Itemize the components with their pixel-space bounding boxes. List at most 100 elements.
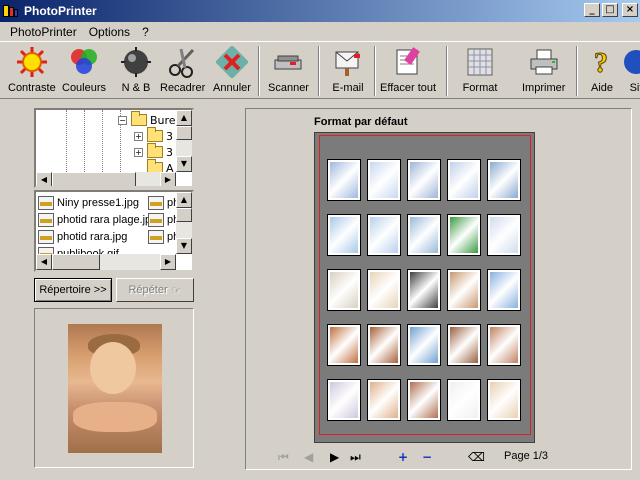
scroll-up-icon[interactable]: ▲ — [176, 110, 192, 126]
photo-thumbnail[interactable] — [447, 159, 481, 201]
photo-thumbnail[interactable] — [407, 214, 441, 256]
photo-thumbnail[interactable] — [447, 379, 481, 421]
photo-thumbnail[interactable] — [327, 159, 361, 201]
scanner-label: Scanner — [268, 82, 309, 94]
nb-button[interactable]: N & B — [118, 44, 154, 98]
photo-thumbnail[interactable] — [367, 159, 401, 201]
photo-thumbnail[interactable] — [367, 269, 401, 311]
black-white-ball-icon — [118, 44, 154, 80]
help-question-icon: ? — [584, 44, 620, 80]
tree-vertical-scrollbar[interactable]: ▲ ▼ — [176, 110, 192, 172]
email-mailbox-icon — [330, 44, 366, 80]
tree-item-3a[interactable]: + 3 — [134, 127, 173, 144]
email-button[interactable]: E-mail — [330, 44, 366, 98]
photo-thumbnail[interactable] — [407, 379, 441, 421]
annuler-label: Annuler — [213, 82, 251, 94]
scroll-left-icon[interactable]: ◀ — [36, 254, 52, 270]
photo-thumbnail[interactable] — [487, 214, 521, 256]
file-item[interactable]: Niny presse1.jpg — [38, 194, 139, 211]
photo-thumbnail[interactable] — [447, 324, 481, 366]
previous-page-icon[interactable]: ◀ — [304, 449, 313, 465]
photo-thumbnail[interactable] — [367, 214, 401, 256]
expand-icon[interactable]: + — [134, 131, 143, 141]
app-icon[interactable] — [3, 3, 19, 19]
menu-help[interactable]: ? — [136, 25, 155, 39]
expand-icon[interactable]: + — [134, 147, 143, 157]
jpg-file-icon — [148, 195, 164, 210]
photo-thumbnail[interactable] — [487, 159, 521, 201]
menu-options[interactable]: Options — [83, 25, 136, 39]
scroll-down-icon[interactable]: ▼ — [176, 238, 192, 254]
scroll-right-icon[interactable]: ▶ — [160, 172, 176, 186]
photo-thumbnail[interactable] — [367, 324, 401, 366]
tree-item-3b[interactable]: + 3 — [134, 143, 173, 160]
photo-thumbnail[interactable] — [447, 269, 481, 311]
photo-preview-panel — [34, 308, 194, 468]
photo-thumbnail[interactable] — [327, 324, 361, 366]
scanner-button[interactable]: Scanner — [268, 44, 309, 98]
photo-thumbnail[interactable] — [487, 269, 521, 311]
contraste-button[interactable]: Contraste — [8, 44, 56, 98]
format-grid-icon — [462, 44, 498, 80]
photo-thumbnail[interactable] — [327, 269, 361, 311]
file-item[interactable]: ph — [148, 211, 179, 228]
photo-thumbnail[interactable] — [487, 324, 521, 366]
tree-item-bureau[interactable]: − Burea — [118, 111, 182, 128]
file-item[interactable]: ph — [148, 228, 179, 245]
cancel-x-icon — [214, 44, 250, 80]
scroll-right-icon[interactable]: ▶ — [160, 254, 176, 270]
next-page-icon[interactable]: ▶ — [330, 449, 339, 465]
title-bar[interactable]: PhotoPrinter _ □ × — [0, 0, 640, 22]
thumbnail-grid — [327, 159, 521, 421]
photo-thumbnail[interactable] — [367, 379, 401, 421]
scroll-left-icon[interactable]: ◀ — [36, 172, 52, 186]
menu-photoprinter[interactable]: PhotoPrinter — [4, 25, 83, 39]
recadrer-button[interactable]: Recadrer — [160, 44, 205, 98]
photo-thumbnail[interactable] — [407, 324, 441, 366]
files-vertical-scrollbar[interactable]: ▲ ▼ — [176, 192, 192, 254]
folder-icon — [147, 143, 163, 158]
file-item[interactable]: ph — [148, 194, 179, 211]
close-button[interactable]: × — [622, 3, 638, 17]
format-label: Format — [462, 82, 498, 94]
file-item[interactable]: photid rara plage.jpg — [38, 211, 157, 228]
file-item[interactable]: photid rara.jpg — [38, 228, 127, 245]
minimize-button[interactable]: _ — [584, 3, 600, 17]
folder-tree[interactable]: − Burea + 3 + 3 A ▲ ▼ ◀ ▶ — [34, 108, 194, 188]
imprimer-button[interactable]: Imprimer — [522, 44, 565, 98]
eraser-page-icon — [390, 44, 426, 80]
repertoire-button[interactable]: Répertoire >> — [34, 278, 112, 302]
tree-horizontal-scrollbar[interactable]: ◀ ▶ — [36, 172, 176, 186]
site-icon — [618, 44, 640, 80]
maximize-button[interactable]: □ — [602, 3, 618, 17]
preview-photo[interactable] — [68, 324, 162, 453]
repeter-button[interactable]: Répéter ☞ — [116, 278, 194, 302]
file-list[interactable]: Niny presse1.jpg photid rara plage.jpg p… — [34, 190, 194, 272]
site-button[interactable]: Sit — [618, 44, 640, 98]
photo-thumbnail[interactable] — [407, 269, 441, 311]
annuler-button[interactable]: Annuler — [213, 44, 251, 98]
scroll-up-icon[interactable]: ▲ — [176, 192, 192, 208]
files-horizontal-scrollbar[interactable]: ◀ ▶ — [36, 254, 176, 270]
photo-thumbnail[interactable] — [327, 379, 361, 421]
eraser-icon[interactable]: ⌫ — [468, 449, 485, 465]
aide-button[interactable]: ? Aide — [584, 44, 620, 98]
collapse-icon[interactable]: − — [118, 115, 127, 125]
photo-thumbnail[interactable] — [327, 214, 361, 256]
photo-thumbnail[interactable] — [487, 379, 521, 421]
zoom-out-icon[interactable]: − — [422, 449, 432, 465]
photo-thumbnail[interactable] — [407, 159, 441, 201]
couleurs-button[interactable]: Couleurs — [62, 44, 106, 98]
email-label: E-mail — [332, 82, 364, 94]
format-button[interactable]: Format — [462, 44, 498, 98]
photo-thumbnail[interactable] — [447, 214, 481, 256]
print-page[interactable] — [314, 132, 535, 443]
folder-icon — [147, 127, 163, 142]
scroll-down-icon[interactable]: ▼ — [176, 156, 192, 172]
effacer-tout-button[interactable]: Effacer tout — [380, 44, 436, 98]
effacer-tout-label: Effacer tout — [380, 82, 437, 94]
last-page-icon[interactable]: ⏭ — [350, 449, 361, 465]
zoom-in-icon[interactable]: + — [398, 449, 408, 465]
aide-label: Aide — [590, 82, 614, 94]
first-page-icon[interactable]: ⏮ — [278, 449, 289, 465]
